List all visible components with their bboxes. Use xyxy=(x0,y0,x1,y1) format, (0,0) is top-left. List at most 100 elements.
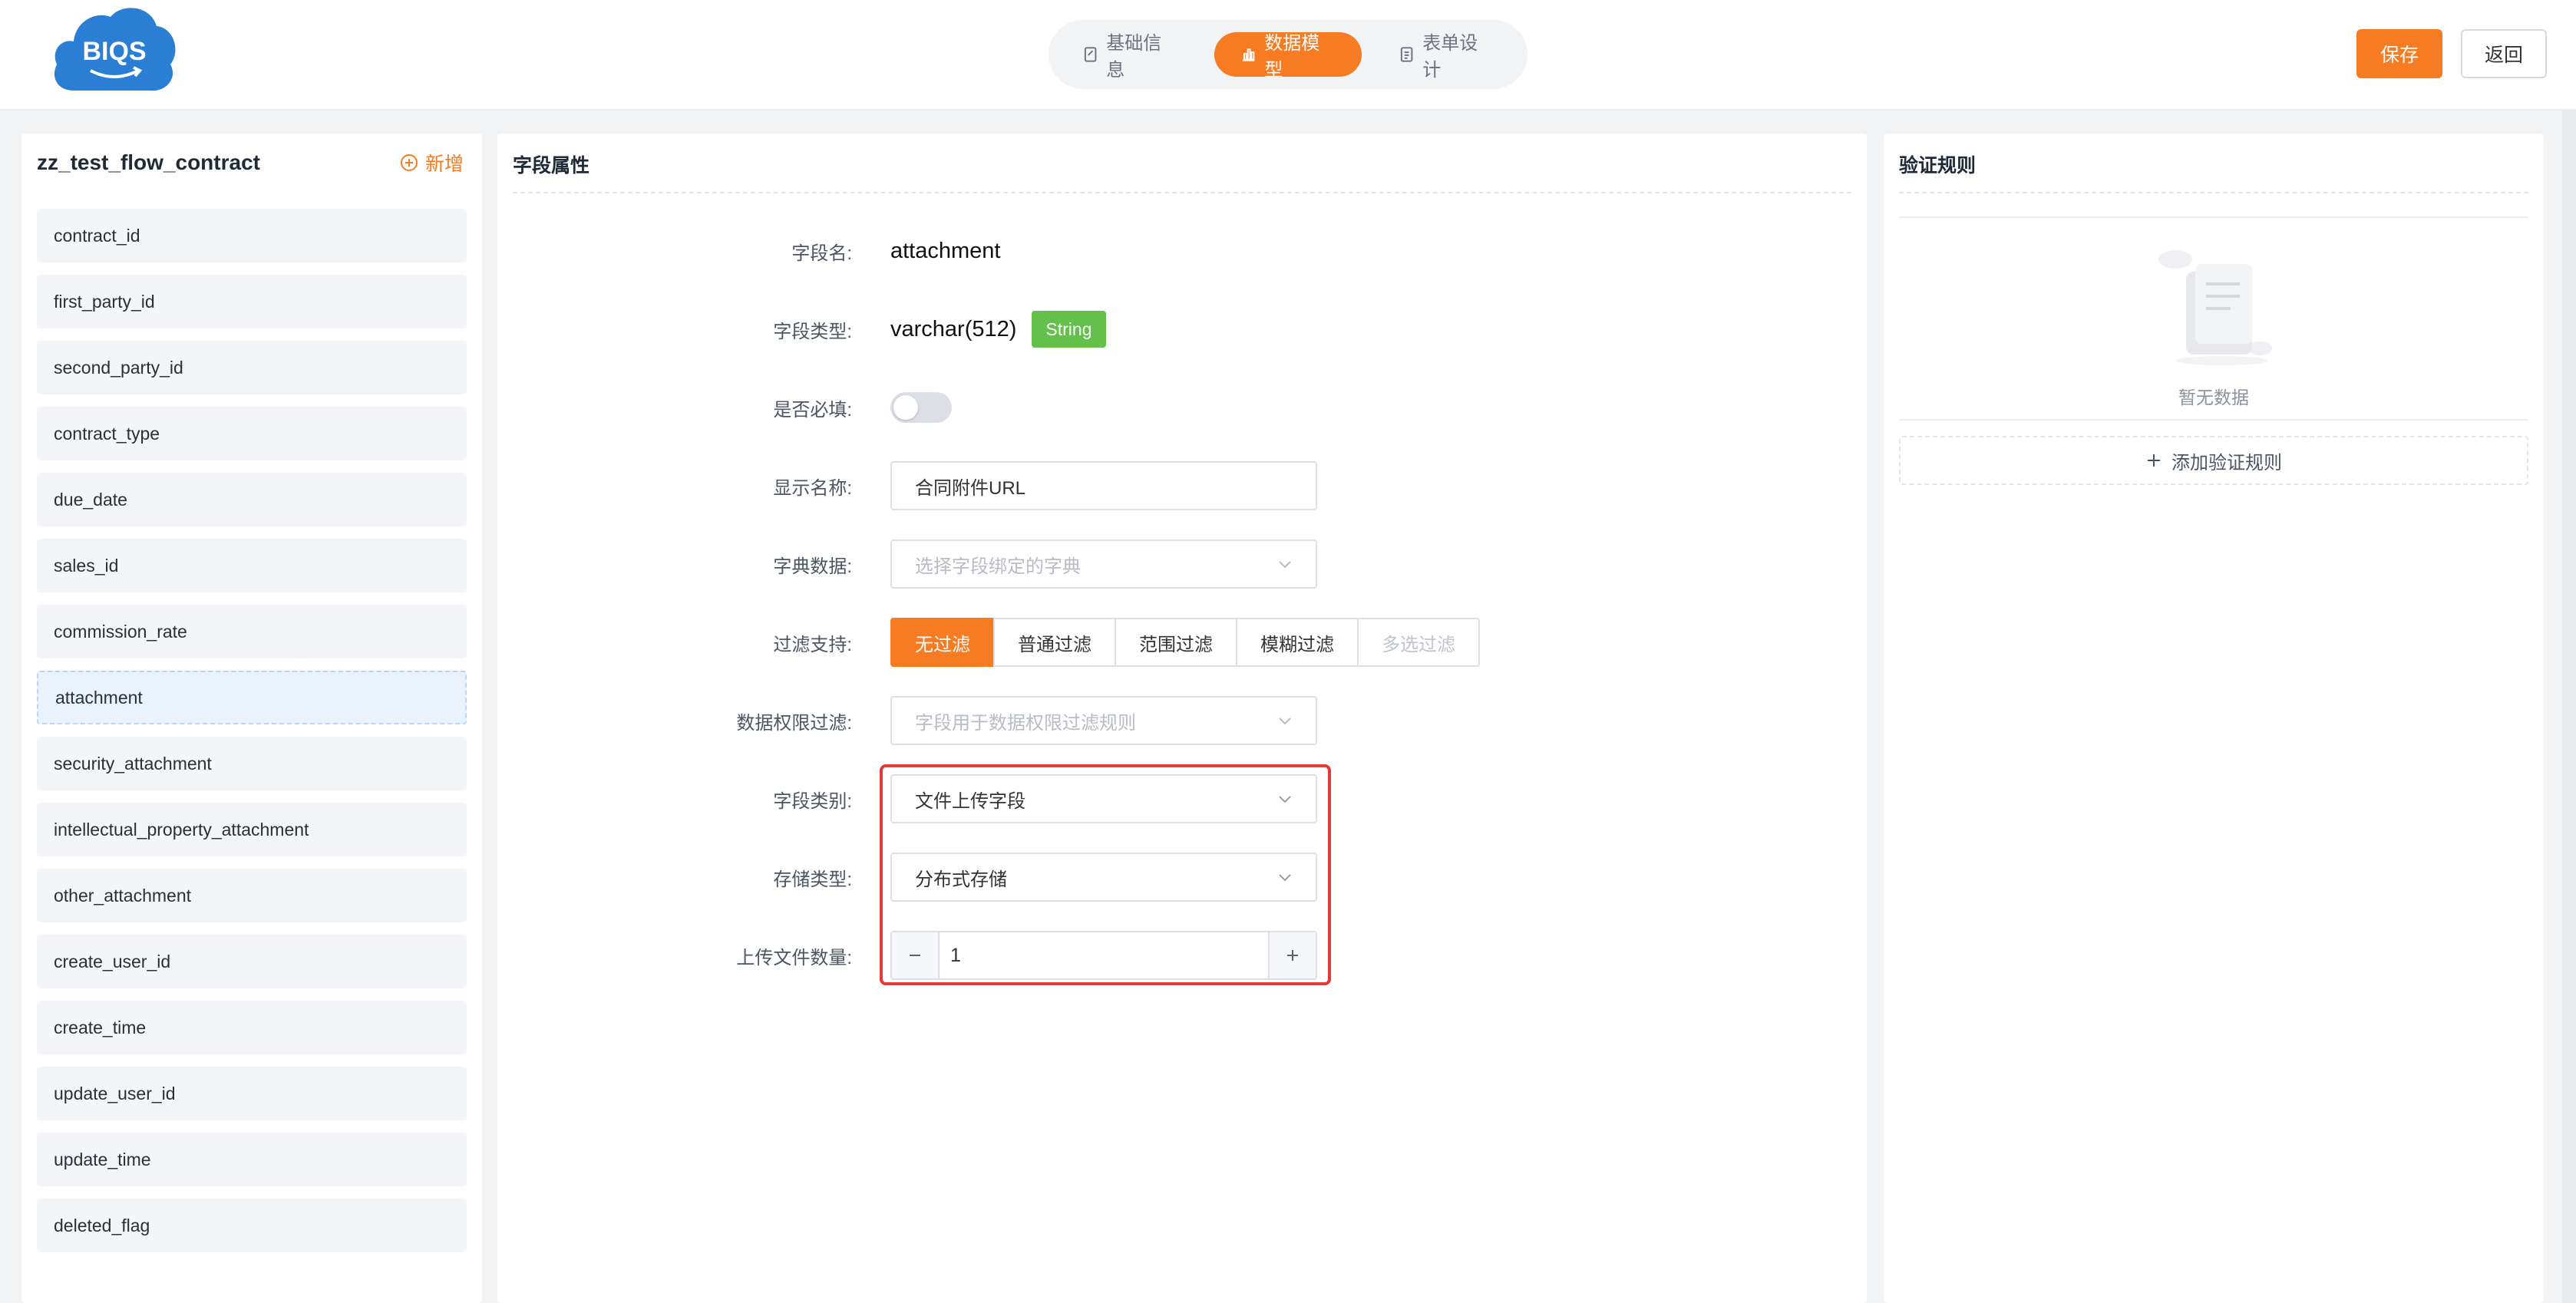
plus-circle-icon xyxy=(400,154,418,171)
top-header: BIQS 基础信息 数据模型 表单设计 保存 返回 xyxy=(0,0,2576,111)
field-name-label: 字段名: xyxy=(791,242,852,264)
filter-option-none[interactable]: 无过滤 xyxy=(890,618,995,667)
type-tag: String xyxy=(1032,311,1106,348)
field-list-item[interactable]: commission_rate xyxy=(37,605,467,658)
dict-placeholder: 选择字段绑定的字典 xyxy=(915,556,1081,577)
empty-document-icon xyxy=(2158,250,2272,365)
save-button[interactable]: 保存 xyxy=(2356,29,2442,78)
biqs-logo: BIQS xyxy=(54,8,176,91)
row-field-name: 字段名: attachment xyxy=(497,224,1867,278)
tab-label: 表单设计 xyxy=(1422,33,1478,81)
field-list-item[interactable]: intellectual_property_attachment xyxy=(37,803,467,856)
category-select[interactable]: 文件上传字段 xyxy=(890,774,1317,823)
filter-segmented: 无过滤 普通过滤 范围过滤 模糊过滤 多选过滤 xyxy=(890,618,1480,667)
add-validation-rule-button[interactable]: 添加验证规则 xyxy=(1899,436,2528,485)
chevron-down-icon xyxy=(1279,874,1291,882)
decrement-button[interactable] xyxy=(892,932,940,978)
edit-doc-icon xyxy=(1084,47,1097,62)
field-list-item[interactable]: due_date xyxy=(37,473,467,526)
divider xyxy=(513,192,1851,193)
table-name-title: zz_test_flow_contract xyxy=(37,150,260,174)
field-list-item[interactable]: sales_id xyxy=(37,539,467,592)
field-properties-panel: 字段属性 字段名: attachment 字段类型: varchar(512) … xyxy=(497,134,1867,1303)
row-display-name: 显示名称: 合同附件URL xyxy=(497,459,1867,513)
field-list: contract_id first_party_id second_party_… xyxy=(37,209,467,1265)
validation-rules-panel: 验证规则 暂无数据 添加验证规则 xyxy=(1884,134,2544,1303)
chevron-down-icon xyxy=(1279,717,1291,725)
field-list-item[interactable]: create_user_id xyxy=(37,935,467,988)
minus-icon xyxy=(910,955,920,956)
storage-select[interactable]: 分布式存储 xyxy=(890,853,1317,902)
display-name-label: 显示名称: xyxy=(773,477,852,499)
display-name-input[interactable]: 合同附件URL xyxy=(890,461,1317,510)
dict-select[interactable]: 选择字段绑定的字典 xyxy=(890,539,1317,589)
divider xyxy=(1899,419,2528,421)
category-label: 字段类别: xyxy=(773,790,852,812)
divider xyxy=(1899,192,2528,193)
filter-option-multi: 多选过滤 xyxy=(1357,618,1480,667)
field-list-item[interactable]: deleted_flag xyxy=(37,1199,467,1252)
add-field-button[interactable]: 新增 xyxy=(400,149,464,176)
field-list-item[interactable]: contract_id xyxy=(37,209,467,262)
perm-filter-placeholder: 字段用于数据权限过滤规则 xyxy=(915,712,1136,734)
field-list-item[interactable]: security_attachment xyxy=(37,737,467,790)
filter-option-fuzzy[interactable]: 模糊过滤 xyxy=(1236,618,1359,667)
row-storage: 存储类型: 分布式存储 xyxy=(497,850,1867,904)
row-category: 字段类别: 文件上传字段 xyxy=(497,772,1867,826)
tab-data-model[interactable]: 数据模型 xyxy=(1214,32,1362,81)
field-list-panel: zz_test_flow_contract 新增 contract_id fir… xyxy=(21,134,482,1303)
upload-count-input[interactable]: 1 xyxy=(940,932,1268,978)
filter-label: 过滤支持: xyxy=(773,634,852,655)
step-tabs: 基础信息 数据模型 表单设计 xyxy=(1049,20,1527,89)
row-dict: 字典数据: 选择字段绑定的字典 xyxy=(497,537,1867,591)
filter-option-normal[interactable]: 普通过滤 xyxy=(993,618,1116,667)
tab-form-design[interactable]: 表单设计 xyxy=(1372,32,1520,81)
required-label: 是否必填: xyxy=(773,399,852,421)
dict-label: 字典数据: xyxy=(773,556,852,577)
add-rule-label: 添加验证规则 xyxy=(2171,452,2282,473)
chevron-down-icon xyxy=(1279,561,1291,569)
upload-count-label: 上传文件数量: xyxy=(736,947,852,968)
required-toggle[interactable] xyxy=(890,392,952,423)
row-field-type: 字段类型: varchar(512) String xyxy=(497,302,1867,356)
plus-icon xyxy=(2148,454,2160,467)
storage-value: 分布式存储 xyxy=(915,869,1007,890)
row-perm-filter: 数据权限过滤: 字段用于数据权限过滤规则 xyxy=(497,694,1867,747)
svg-text:BIQS: BIQS xyxy=(82,37,146,66)
chevron-down-icon xyxy=(1279,796,1291,803)
empty-text: 暂无数据 xyxy=(2178,388,2249,407)
empty-state: 暂无数据 xyxy=(1884,241,2544,409)
bar-chart-icon xyxy=(1242,48,1255,61)
field-list-item[interactable]: create_time xyxy=(37,1001,467,1054)
field-list-item[interactable]: contract_type xyxy=(37,407,467,460)
storage-label: 存储类型: xyxy=(773,869,852,890)
increment-button[interactable] xyxy=(1268,932,1316,978)
category-value: 文件上传字段 xyxy=(915,790,1025,812)
perm-filter-select[interactable]: 字段用于数据权限过滤规则 xyxy=(890,696,1317,745)
field-list-item[interactable]: first_party_id xyxy=(37,275,467,328)
field-list-item[interactable]: update_user_id xyxy=(37,1067,467,1120)
field-type-label: 字段类型: xyxy=(773,321,852,342)
field-type-value: varchar(512) xyxy=(890,316,1017,341)
filter-option-range[interactable]: 范围过滤 xyxy=(1115,618,1237,667)
plus-icon xyxy=(1287,950,1298,961)
row-filter: 过滤支持: 无过滤 普通过滤 范围过滤 模糊过滤 多选过滤 xyxy=(497,615,1867,669)
tab-basic-info[interactable]: 基础信息 xyxy=(1056,32,1204,81)
field-list-item[interactable]: other_attachment xyxy=(37,869,467,922)
row-required: 是否必填: xyxy=(497,381,1867,434)
panel-title: 验证规则 xyxy=(1899,155,1977,176)
field-list-item-selected[interactable]: attachment xyxy=(37,671,467,724)
tab-label: 基础信息 xyxy=(1106,33,1162,81)
page-scrollbar[interactable] xyxy=(2562,111,2576,1303)
back-button[interactable]: 返回 xyxy=(2461,29,2547,78)
panel-title: 字段属性 xyxy=(513,155,590,176)
field-name-value: attachment xyxy=(890,238,1001,263)
divider xyxy=(1899,216,2528,218)
add-field-label: 新增 xyxy=(424,153,464,175)
field-list-item[interactable]: second_party_id xyxy=(37,341,467,394)
upload-count-stepper: 1 xyxy=(890,931,1317,980)
toggle-knob xyxy=(893,395,918,420)
row-upload-count: 上传文件数量: 1 xyxy=(497,929,1867,982)
tab-label: 数据模型 xyxy=(1264,33,1320,81)
field-list-item[interactable]: update_time xyxy=(37,1133,467,1186)
